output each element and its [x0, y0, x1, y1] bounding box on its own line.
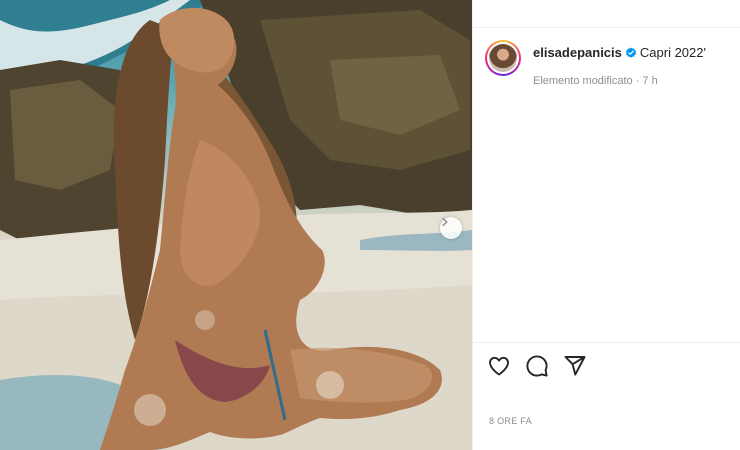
- heart-icon[interactable]: [487, 354, 511, 378]
- action-bar: [487, 354, 587, 378]
- caption-text: elisadepanicis Capri 2022': [533, 44, 706, 62]
- caption-body: Capri 2022': [639, 45, 706, 60]
- caption-row: elisadepanicis Capri 2022': [485, 40, 735, 76]
- verified-badge-icon: [625, 47, 636, 58]
- next-photo-button[interactable]: [440, 217, 462, 239]
- post-photo[interactable]: [0, 0, 472, 450]
- paper-plane-icon[interactable]: [563, 354, 587, 378]
- sidebar-top-strip: [473, 0, 740, 28]
- avatar-image: [489, 44, 517, 72]
- post-timestamp: 8 ORE FA: [489, 416, 532, 426]
- avatar[interactable]: [485, 40, 521, 76]
- post-sidebar: elisadepanicis Capri 2022' Elemento modif…: [472, 0, 740, 450]
- avatar-frame: [487, 42, 519, 74]
- comment-icon[interactable]: [525, 354, 549, 378]
- username-link[interactable]: elisadepanicis: [533, 45, 622, 60]
- chevron-right-icon: [442, 217, 448, 227]
- actions-divider: [473, 342, 740, 343]
- post-photo-graphic: [0, 0, 472, 450]
- edited-meta: Elemento modificato · 7 h: [533, 75, 658, 87]
